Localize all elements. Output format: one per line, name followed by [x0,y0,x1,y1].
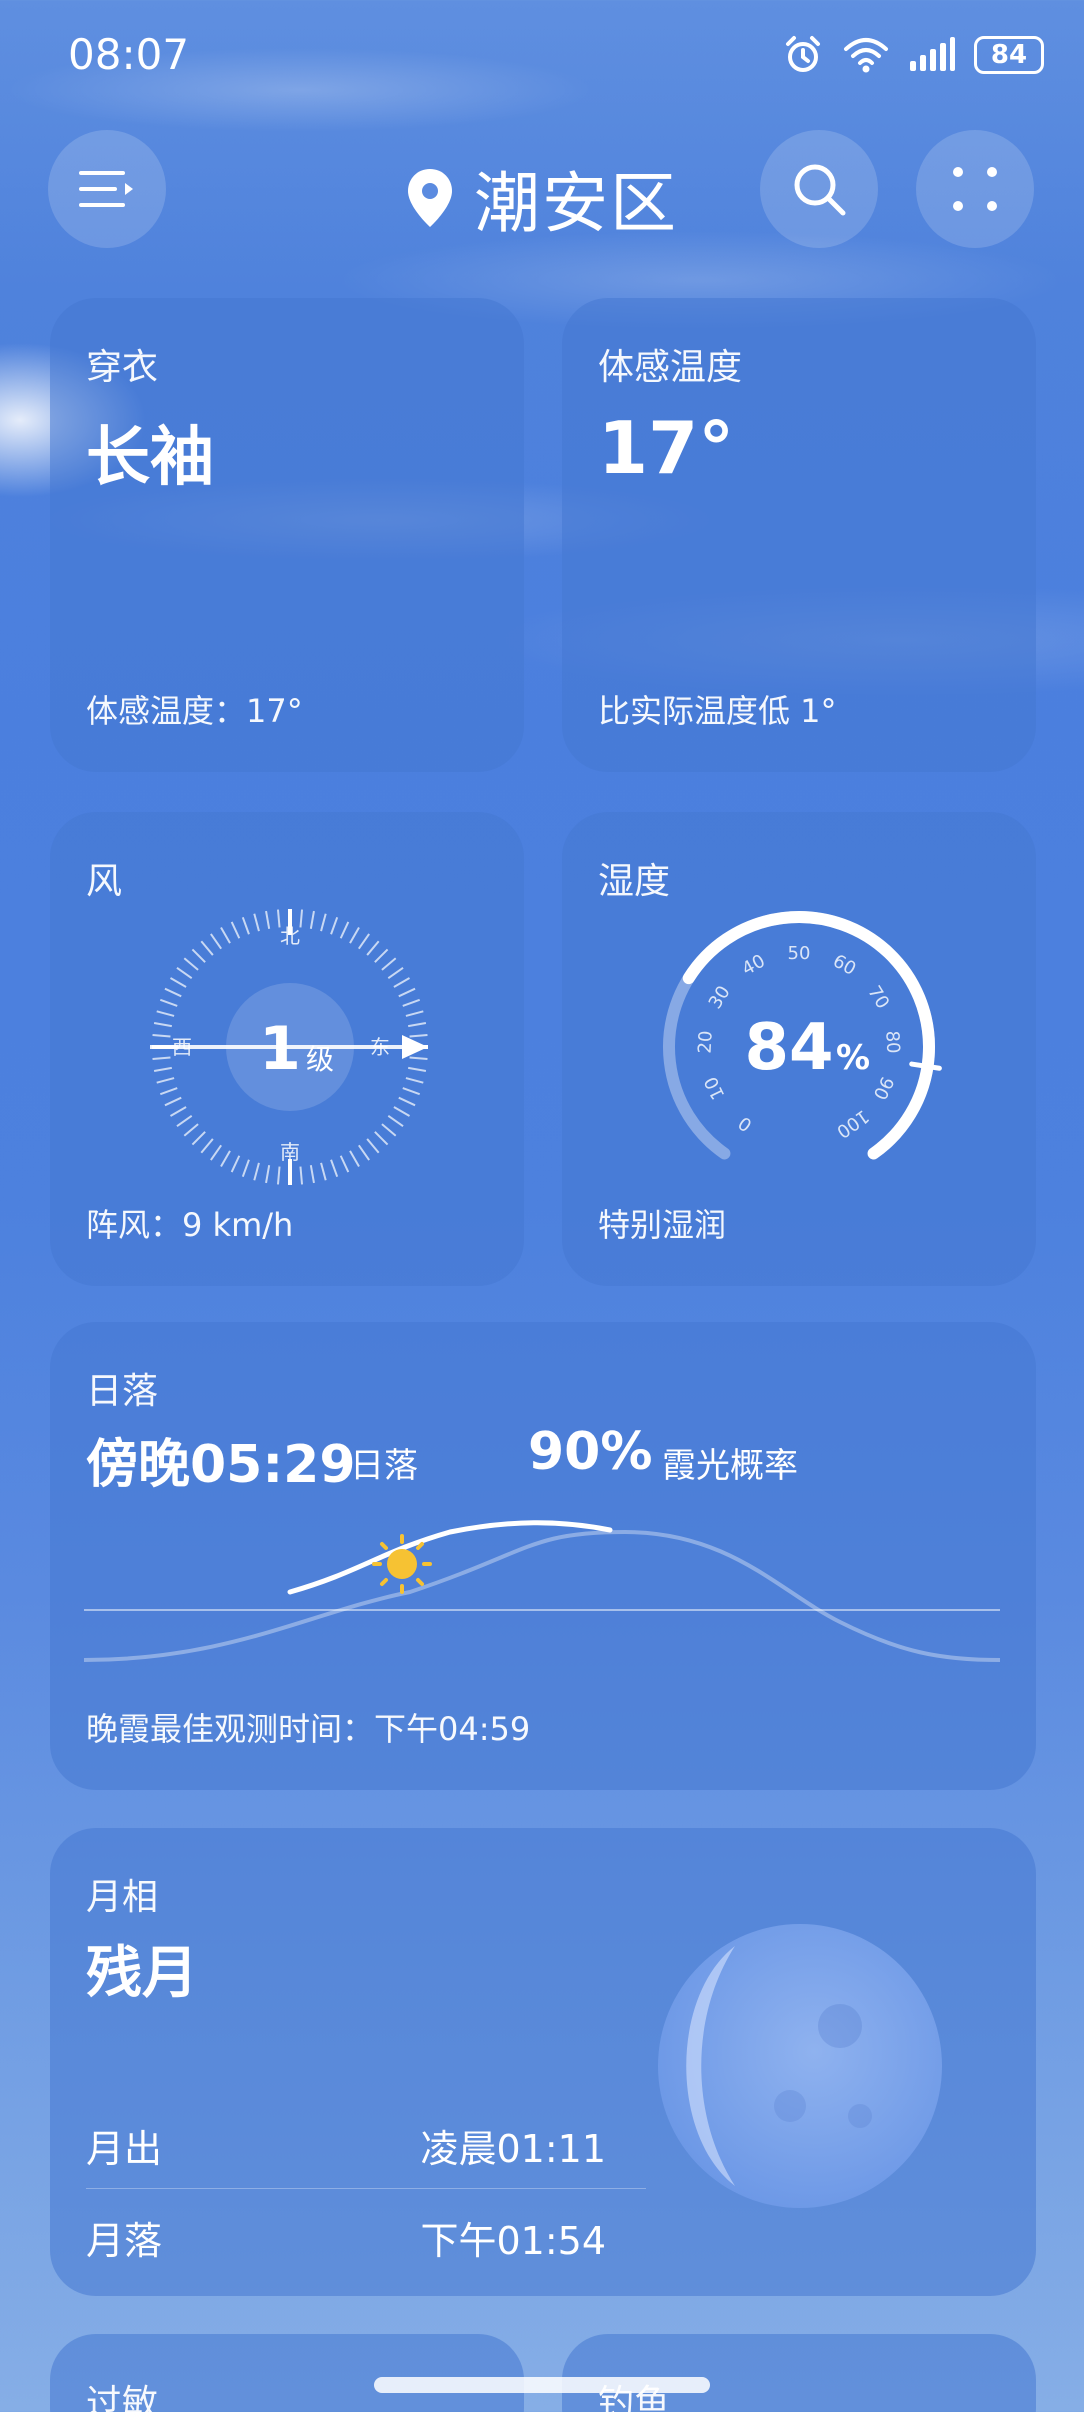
sunset-footer: 晚霞最佳观测时间：下午04:59 [86,1710,531,1748]
sunset-time-label: 日落 [350,1446,418,1486]
card-title: 风 [86,861,123,902]
wind-direction-arrow [402,1035,428,1059]
sunset-probability: 90% [528,1422,653,1482]
gauge-scale-label: 50 [788,943,811,964]
status-time: 08:07 [68,30,190,79]
feels-like-card[interactable]: 体感温度 17° 比实际温度低 1° [562,298,1036,772]
humidity-card[interactable]: 湿度 0 10 20 30 40 50 60 70 80 90 100 84 % 特别湿润 [562,812,1036,1286]
search-button[interactable] [760,130,878,248]
wind-level-unit: 级 [306,1043,334,1076]
moon-icon [658,1924,942,2208]
battery-level: 84 [990,40,1028,70]
gauge-scale-label: 70 [863,982,893,1013]
location-name: 潮安区 [474,165,678,242]
search-icon [794,164,846,216]
fishing-card[interactable]: 钓鱼 [562,2334,1036,2412]
gauge-scale-label: 0 [735,1112,756,1136]
moon-card[interactable]: 月相 残月 月出 凌晨01:11 月落 下午01:54 [50,1828,1036,2296]
wind-footer: 阵风：9 km/h [86,1206,294,1244]
more-icon [953,167,997,211]
humidity-footer: 特别湿润 [598,1206,727,1244]
card-title: 体感温度 [598,347,743,388]
moonrise-label: 月出 [86,2127,163,2171]
more-button[interactable] [916,130,1034,248]
sunset-probability-label: 霞光概率 [662,1446,798,1486]
card-title: 过敏 [86,2383,159,2412]
gauge-scale-label: 40 [739,950,769,979]
compass-north: 北 [280,924,300,948]
clothing-card[interactable]: 穿衣 长袖 体感温度：17° [50,298,524,772]
moonset-label: 月落 [86,2219,163,2263]
clothing-value: 长袖 [86,421,214,495]
moonrise-time: 凌晨01:11 [420,2127,606,2171]
moonrise-row: 月出 凌晨01:11 [86,2118,606,2173]
sun-path-chart [83,1520,1001,1662]
home-indicator[interactable] [374,2377,710,2393]
gauge-scale-label: 100 [833,1105,873,1142]
sunset-card[interactable]: 日落 傍晚05:29 日落 90% 霞光概率 晚霞最佳观测时间：下午04:59 [50,1322,1036,1790]
humidity-value: 84 [744,1011,833,1085]
moonset-row: 月落 下午01:54 [86,2210,606,2265]
moonset-time: 下午01:54 [420,2219,606,2263]
divider [86,2188,646,2189]
battery-icon: 84 [974,36,1044,74]
gauge-scale-label: 10 [701,1073,730,1103]
top-app-bar: 潮安区 [0,130,1084,250]
humidity-unit: % [836,1038,870,1078]
location-pin-icon [408,169,452,227]
gauge-scale-label: 20 [695,1030,717,1054]
wind-level-number: 1 [259,1014,301,1084]
gauge-scale-label: 60 [829,950,859,979]
card-title: 日落 [86,1371,159,1412]
wind-compass: 北 南 西 东 1 级 [150,909,428,1185]
sun-path-visible [287,1520,613,1595]
gauge-scale-label: 80 [881,1030,903,1054]
card-title: 穿衣 [86,347,159,388]
wifi-icon [844,38,888,73]
gauge-scale-label: 30 [705,982,735,1013]
status-bar: 08:07 84 [0,0,1084,110]
status-icons: 84 [782,34,1044,76]
wind-card[interactable]: 风 北 南 西 东 1 级 阵风：9 km/h [50,812,524,1286]
sun-icon [372,1534,432,1594]
moon-phase: 残月 [86,1941,198,2006]
alarm-icon [786,36,820,72]
compass-south: 南 [280,1140,300,1164]
clothing-footer: 体感温度：17° [86,692,303,730]
card-title: 月相 [86,1877,159,1918]
signal-icon [910,37,955,71]
sunset-time: 傍晚05:29 [86,1435,356,1495]
feels-like-value: 17° [598,406,735,490]
feels-like-footer: 比实际温度低 1° [598,692,837,730]
allergy-card[interactable]: 过敏 [50,2334,524,2412]
gauge-scale-label: 90 [869,1073,898,1103]
humidity-gauge: 010 20 3040 50 6070 80 90100 84 % [663,911,942,1160]
